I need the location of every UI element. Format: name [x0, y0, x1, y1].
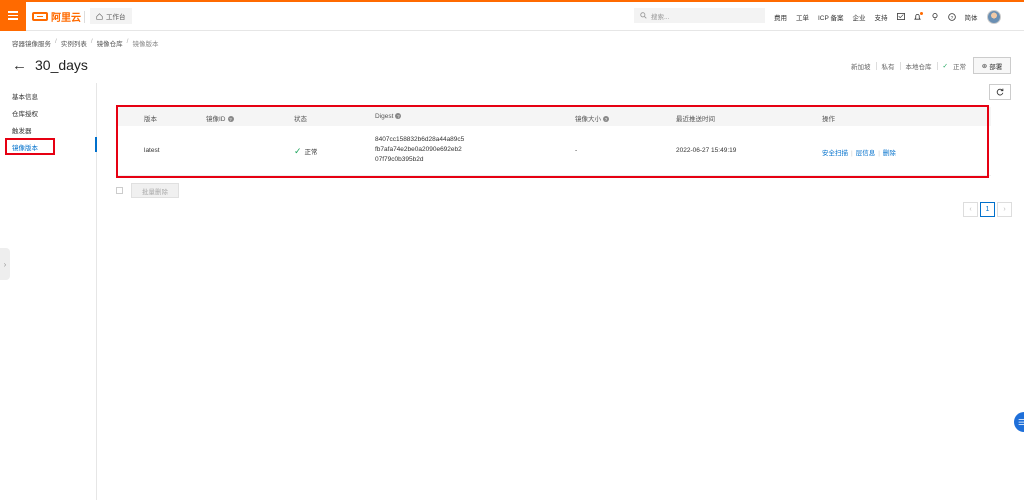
nav-tickets[interactable]: 工单 — [796, 12, 809, 22]
repo-region: 新加坡 — [851, 64, 871, 71]
repo-meta: 新加坡 私有 本地仓库 ✓ 正常 — [851, 61, 966, 71]
prev-page-chevron-icon[interactable]: ‹ — [963, 202, 978, 217]
breadcrumb-item[interactable]: 实例列表 — [61, 38, 87, 48]
deploy-button[interactable]: ⊛ 部署 — [973, 57, 1011, 74]
sidebar-active-indicator — [95, 137, 97, 152]
next-page-chevron-icon[interactable]: › — [997, 202, 1012, 217]
repo-status: 正常 — [953, 64, 966, 71]
deploy-label: 部署 — [989, 63, 1003, 71]
nav-billing[interactable]: 费用 — [774, 12, 787, 22]
page-header: ← 30_days — [12, 57, 88, 73]
search-input[interactable]: 搜索... — [634, 8, 765, 23]
deploy-icon: ⊛ — [981, 62, 988, 70]
page-number[interactable]: 1 — [980, 202, 995, 217]
breadcrumb-item[interactable]: 容器镜像服务 — [12, 38, 51, 48]
highlight-box — [116, 105, 989, 178]
nav-support[interactable]: 支持 — [875, 12, 888, 22]
breadcrumb: 容器镜像服务 / 实例列表 / 镜像仓库 / 镜像版本 — [12, 38, 159, 48]
message-icon[interactable] — [896, 13, 905, 21]
top-navbar: 阿里云 工作台 搜索... 费用 工单 ICP 备案 企业 支持 ? 简体 — [0, 0, 1024, 31]
batch-actions: 批量删除 — [116, 183, 179, 198]
lightbulb-icon[interactable] — [931, 12, 939, 21]
breadcrumb-item[interactable]: 镜像仓库 — [97, 38, 123, 48]
help-icon[interactable]: ? — [947, 12, 956, 21]
svg-text:?: ? — [950, 14, 953, 20]
refresh-icon — [996, 88, 1004, 96]
sidebar-item-repo-auth[interactable]: 仓库授权 — [12, 108, 38, 118]
batch-delete-button[interactable]: 批量删除 — [131, 183, 179, 198]
user-avatar[interactable] — [986, 9, 1001, 24]
divider — [84, 11, 85, 23]
sidebar-item-basic-info[interactable]: 基本信息 — [12, 91, 38, 101]
menu-icon[interactable] — [0, 0, 26, 31]
home-icon — [96, 12, 103, 20]
refresh-button[interactable] — [989, 84, 1011, 100]
floating-help-icon[interactable]: ☰ — [1014, 412, 1024, 432]
sidebar-item-triggers[interactable]: 触发器 — [12, 125, 32, 135]
nav-enterprise[interactable]: 企业 — [853, 12, 866, 22]
select-all-checkbox[interactable] — [116, 187, 123, 194]
brand-logo[interactable]: 阿里云 — [32, 9, 81, 24]
search-icon — [640, 12, 647, 19]
sidebar-expand-chevron-icon[interactable]: › — [0, 248, 10, 280]
page-title: 30_days — [35, 57, 88, 73]
highlight-box — [5, 138, 55, 155]
nav-icp[interactable]: ICP 备案 — [818, 12, 844, 22]
language-switch[interactable]: 简体 — [965, 12, 978, 22]
pagination: ‹ 1 › — [963, 202, 1012, 217]
search-placeholder: 搜索... — [651, 13, 670, 21]
aliyun-logo-icon — [32, 11, 48, 21]
repo-type: 本地仓库 — [905, 64, 932, 71]
back-arrow-icon[interactable]: ← — [12, 58, 27, 73]
top-nav-links: 费用 工单 ICP 备案 企业 支持 ? 简体 — [774, 2, 1001, 31]
notification-bell-icon[interactable] — [914, 11, 923, 21]
repo-visibility: 私有 — [881, 64, 895, 71]
workbench-button[interactable]: 工作台 — [90, 8, 132, 24]
breadcrumb-current: 镜像版本 — [132, 41, 159, 48]
brand-name: 阿里云 — [51, 12, 81, 24]
check-icon: ✓ — [942, 63, 948, 70]
workbench-label: 工作台 — [106, 14, 126, 21]
